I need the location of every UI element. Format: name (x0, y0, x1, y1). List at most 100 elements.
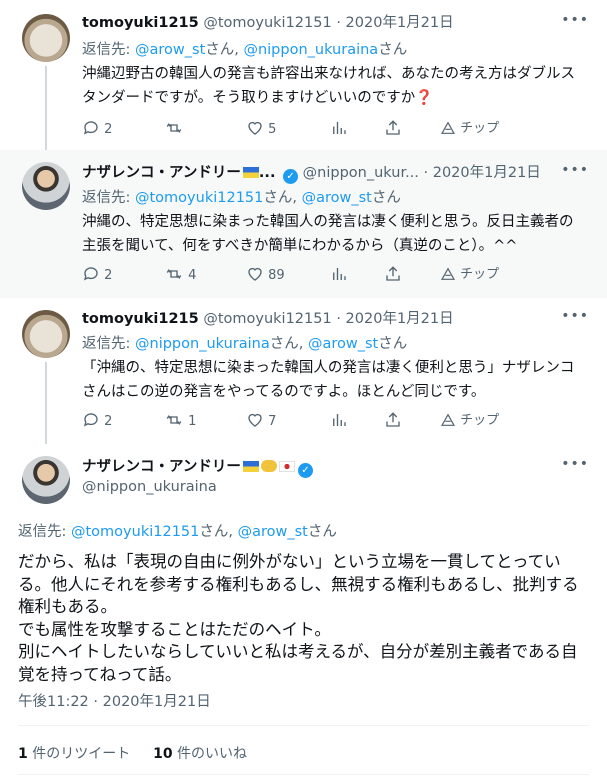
like-button[interactable]: 89 (246, 265, 285, 285)
share-button[interactable] (384, 119, 402, 139)
reply-mid: さん, (269, 336, 308, 352)
display-name[interactable]: tomoyuki1215 (82, 15, 199, 31)
more-icon[interactable]: ••• (561, 12, 589, 28)
separator: · (331, 15, 346, 31)
separator: · (418, 165, 433, 181)
analytics-icon (333, 122, 346, 134)
display-name[interactable]: ナザレンコ・アンドリー (82, 459, 241, 475)
reply-mention[interactable]: @arow_st (135, 42, 205, 58)
like-label: 件のいいね (172, 746, 248, 762)
tip-label: チップ (460, 121, 500, 136)
user-handle[interactable]: @tomoyuki12151 (203, 15, 331, 31)
reply-prefix: 返信先: (82, 336, 135, 352)
analytics-button[interactable] (330, 119, 348, 139)
share-icon (386, 412, 400, 427)
more-icon[interactable]: ••• (561, 308, 589, 324)
tweet-date[interactable]: 2020年1月21日 (433, 165, 541, 181)
retweet-count: 4 (188, 268, 197, 283)
reply-to: 返信先: @tomoyuki12151さん, @arow_stさん (82, 186, 401, 207)
tweet-text: 沖縄の、特定思想に染まった韓国人の発言は凄く便利と思う。反日主義者の主張を聞いて… (82, 214, 574, 254)
reply-suffix: さん (307, 524, 337, 540)
user-handle[interactable]: @nippon_ukuraina (82, 479, 217, 495)
tip-button[interactable]: チップ (440, 411, 499, 431)
reply-prefix: 返信先: (82, 42, 135, 58)
action-bar: 2 1 7 チップ (82, 411, 567, 431)
reply-button[interactable]: 2 (82, 265, 112, 285)
tweet-1[interactable]: tomoyuki1215 @tomoyuki12151 · 2020年1月21日… (0, 0, 607, 150)
analytics-icon (333, 414, 346, 426)
like-count: 5 (268, 122, 277, 137)
avatar[interactable] (22, 14, 70, 62)
analytics-button[interactable] (330, 411, 348, 431)
avatar[interactable] (22, 456, 70, 504)
separator: · (331, 311, 346, 327)
like-button[interactable]: 7 (246, 411, 276, 431)
tweet-header: tomoyuki1215 @tomoyuki12151 · 2020年1月21日 (82, 308, 567, 330)
share-button[interactable] (384, 411, 402, 431)
reply-suffix: さん (378, 42, 408, 58)
more-icon[interactable]: ••• (561, 162, 589, 178)
avatar[interactable] (22, 310, 70, 358)
tweet-text: 沖縄辺野古の韓国人の発言も許容出来なければ、あなたの考え方はダブルスタンダードで… (82, 62, 585, 110)
tip-button[interactable]: チップ (440, 265, 499, 285)
tweet-2[interactable]: ナザレンコ・アンドリー... ✓ @nippon_ukur... · 2020年… (0, 150, 607, 298)
thread-line (45, 362, 47, 444)
share-button[interactable] (384, 265, 402, 285)
tweet-date[interactable]: 2020年1月21日 (346, 15, 454, 31)
tweet-timestamp[interactable]: 午後11:22 · 2020年1月21日 (18, 690, 211, 711)
thread-line (45, 66, 47, 150)
question-mark-icon: ❓ (415, 90, 434, 106)
reply-button[interactable]: 2 (82, 119, 112, 139)
reply-icon (83, 413, 98, 427)
reply-mention[interactable]: @tomoyuki12151 (135, 190, 263, 206)
reply-mention[interactable]: @nippon_ukuraina (243, 42, 378, 58)
tweet-3[interactable]: tomoyuki1215 @tomoyuki12151 · 2020年1月21日… (0, 298, 607, 444)
analytics-icon (333, 268, 346, 280)
retweet-button[interactable]: 1 (164, 411, 196, 431)
more-icon[interactable]: ••• (561, 456, 589, 472)
like-stat[interactable]: 10 件のいいね (153, 746, 247, 762)
reply-to: 返信先: @nippon_ukurainaさん, @arow_stさん (82, 332, 407, 353)
divider (18, 774, 589, 775)
reply-mention[interactable]: @arow_st (308, 336, 378, 352)
user-handle-row: @nippon_ukuraina (82, 479, 217, 495)
retweet-button[interactable]: 4 (164, 265, 196, 285)
display-name[interactable]: ナザレンコ・アンドリー (82, 165, 241, 181)
tip-label: チップ (460, 413, 500, 428)
tweet-text: だから、私は「表現の自由に例外がない」という立場を一貫してとっている。他人にそれ… (18, 552, 579, 684)
reply-count: 2 (104, 414, 113, 429)
retweet-stat[interactable]: 1 件のリツイート (18, 746, 130, 762)
tip-icon (440, 121, 456, 134)
reply-to: 返信先: @arow_stさん, @nippon_ukurainaさん (82, 38, 407, 59)
tweet-text-content: 沖縄辺野古の韓国人の発言も許容出来なければ、あなたの考え方はダブルスタンダードで… (82, 66, 575, 106)
reply-mention[interactable]: @arow_st (302, 190, 372, 206)
user-handle[interactable]: @nippon_ukur... (303, 165, 419, 181)
reply-button[interactable]: 2 (82, 411, 112, 431)
reply-icon (83, 267, 98, 281)
tip-button[interactable]: チップ (440, 119, 499, 139)
tip-icon (440, 267, 456, 280)
reply-mention[interactable]: @arow_st (238, 524, 308, 540)
reply-mention[interactable]: @nippon_ukuraina (135, 336, 270, 352)
avatar[interactable] (22, 162, 70, 210)
main-tweet: ナザレンコ・アンドリー ✓ @nippon_ukuraina ••• 返信先: @… (0, 444, 607, 779)
reply-prefix: 返信先: (82, 190, 135, 206)
retweet-button[interactable] (164, 119, 184, 139)
retweet-count: 1 (188, 414, 197, 429)
tweet-header: ナザレンコ・アンドリー ✓ (82, 456, 567, 478)
reply-mid: さん, (199, 524, 238, 540)
divider (18, 725, 589, 726)
like-button[interactable]: 5 (246, 119, 276, 139)
tweet-date[interactable]: 2020年1月21日 (346, 311, 454, 327)
user-handle[interactable]: @tomoyuki12151 (203, 311, 331, 327)
retweet-icon (166, 123, 182, 133)
heart-icon (248, 267, 262, 281)
reply-to: 返信先: @tomoyuki12151さん, @arow_stさん (18, 520, 337, 541)
analytics-button[interactable] (330, 265, 348, 285)
share-icon (386, 266, 400, 281)
verified-badge-icon: ✓ (283, 169, 299, 184)
reply-mention[interactable]: @tomoyuki12151 (71, 524, 199, 540)
retweet-icon (166, 415, 182, 425)
display-name[interactable]: tomoyuki1215 (82, 311, 199, 327)
reply-icon (83, 121, 98, 135)
